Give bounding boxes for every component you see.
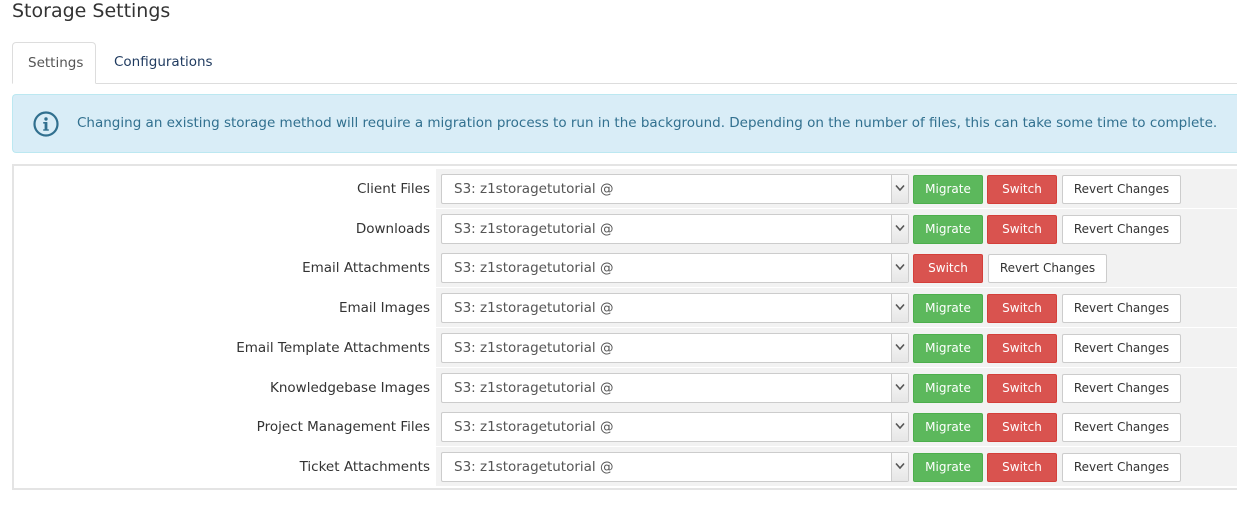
switch-button[interactable]: Switch [987, 334, 1057, 363]
storage-row-knowledgebase-images: Knowledgebase Images S3: z1storagetutoria… [14, 368, 1237, 408]
storage-row-email-images: Email Images S3: z1storagetutorial @ Migra… [14, 288, 1237, 328]
switch-button[interactable]: Switch [987, 413, 1057, 442]
storage-select[interactable]: S3: z1storagetutorial @ [441, 373, 909, 403]
revert-changes-button[interactable]: Revert Changes [988, 254, 1107, 283]
storage-select-value: S3: z1storagetutorial @ [454, 300, 614, 316]
switch-button[interactable]: Switch [987, 453, 1057, 482]
chevron-down-icon [891, 215, 908, 243]
migrate-button[interactable]: Migrate [913, 175, 983, 204]
storage-select-value: S3: z1storagetutorial @ [454, 419, 614, 435]
migrate-button[interactable]: Migrate [913, 453, 983, 482]
storage-row-project-management-files: Project Management Files S3: z1storagetut… [14, 407, 1237, 447]
chevron-down-icon [891, 453, 908, 481]
switch-button[interactable]: Switch [987, 215, 1057, 244]
row-label: Knowledgebase Images [270, 380, 430, 396]
chevron-down-icon [891, 254, 908, 282]
row-label: Ticket Attachments [299, 459, 430, 475]
storage-select-value: S3: z1storagetutorial @ [454, 221, 614, 237]
storage-row-client-files: Client Files S3: z1storagetutorial @ Migra… [14, 169, 1237, 209]
storage-row-email-attachments: Email Attachments S3: z1storagetutorial @… [14, 248, 1237, 288]
storage-select[interactable]: S3: z1storagetutorial @ [441, 174, 909, 204]
storage-select-value: S3: z1storagetutorial @ [454, 260, 614, 276]
storage-settings-table: Client Files S3: z1storagetutorial @ Migra… [12, 164, 1237, 490]
tab-configurations[interactable]: Configurations [99, 42, 228, 83]
switch-button[interactable]: Switch [987, 294, 1057, 323]
row-label: Email Attachments [302, 260, 430, 276]
row-controls: S3: z1storagetutorial @ Migrate Switch Reve… [436, 328, 1237, 368]
row-controls: S3: z1storagetutorial @ Migrate Switch Reve… [436, 288, 1237, 328]
storage-select-value: S3: z1storagetutorial @ [454, 340, 614, 356]
info-circle-icon [33, 111, 59, 137]
chevron-down-icon [891, 294, 908, 322]
row-controls: S3: z1storagetutorial @ Migrate Switch Reve… [436, 368, 1237, 408]
storage-select[interactable]: S3: z1storagetutorial @ [441, 452, 909, 482]
row-controls: S3: z1storagetutorial @ Migrate Switch Reve… [436, 209, 1237, 249]
row-controls: S3: z1storagetutorial @ Migrate Switch Reve… [436, 407, 1237, 447]
migrate-button[interactable]: Migrate [913, 334, 983, 363]
storage-select[interactable]: S3: z1storagetutorial @ [441, 293, 909, 323]
revert-changes-button[interactable]: Revert Changes [1062, 175, 1181, 204]
revert-changes-button[interactable]: Revert Changes [1062, 453, 1181, 482]
migrate-button[interactable]: Migrate [913, 374, 983, 403]
storage-select[interactable]: S3: z1storagetutorial @ [441, 253, 909, 283]
switch-button[interactable]: Switch [987, 175, 1057, 204]
alert-message: Changing an existing storage method will… [77, 115, 1218, 131]
chevron-down-icon [891, 334, 908, 362]
storage-row-downloads: Downloads S3: z1storagetutorial @ Migrate S… [14, 209, 1237, 249]
info-alert: Changing an existing storage method will… [12, 94, 1237, 153]
row-label: Email Template Attachments [236, 340, 430, 356]
storage-row-email-template-attachments: Email Template Attachments S3: z1storaget… [14, 328, 1237, 368]
storage-select-value: S3: z1storagetutorial @ [454, 459, 614, 475]
chevron-down-icon [891, 175, 908, 203]
row-controls: S3: z1storagetutorial @ Migrate Switch Reve… [436, 447, 1237, 487]
tab-settings[interactable]: Settings [12, 42, 96, 84]
storage-select[interactable]: S3: z1storagetutorial @ [441, 333, 909, 363]
revert-changes-button[interactable]: Revert Changes [1062, 334, 1181, 363]
migrate-button[interactable]: Migrate [913, 215, 983, 244]
row-controls: S3: z1storagetutorial @ Switch Revert Chan… [436, 248, 1237, 288]
revert-changes-button[interactable]: Revert Changes [1062, 413, 1181, 442]
storage-select[interactable]: S3: z1storagetutorial @ [441, 412, 909, 442]
chevron-down-icon [891, 413, 908, 441]
row-label: Email Images [338, 300, 430, 316]
storage-settings-page: Storage Settings Settings Configurations… [0, 0, 1237, 521]
revert-changes-button[interactable]: Revert Changes [1062, 374, 1181, 403]
chevron-down-icon [891, 374, 908, 402]
switch-button[interactable]: Switch [913, 254, 983, 283]
row-label: Client Files [357, 181, 430, 197]
revert-changes-button[interactable]: Revert Changes [1062, 294, 1181, 323]
revert-changes-button[interactable]: Revert Changes [1062, 215, 1181, 244]
storage-select[interactable]: S3: z1storagetutorial @ [441, 214, 909, 244]
page-title: Storage Settings [12, 0, 171, 22]
storage-select-value: S3: z1storagetutorial @ [454, 380, 614, 396]
migrate-button[interactable]: Migrate [913, 413, 983, 442]
row-label: Project Management Files [256, 419, 430, 435]
switch-button[interactable]: Switch [987, 374, 1057, 403]
storage-row-ticket-attachments: Ticket Attachments S3: z1storagetutorial … [14, 447, 1237, 487]
migrate-button[interactable]: Migrate [913, 294, 983, 323]
row-controls: S3: z1storagetutorial @ Migrate Switch Reve… [436, 169, 1237, 209]
tab-bar: Settings Configurations [12, 42, 1237, 84]
row-label: Downloads [355, 221, 430, 237]
storage-select-value: S3: z1storagetutorial @ [454, 181, 614, 197]
